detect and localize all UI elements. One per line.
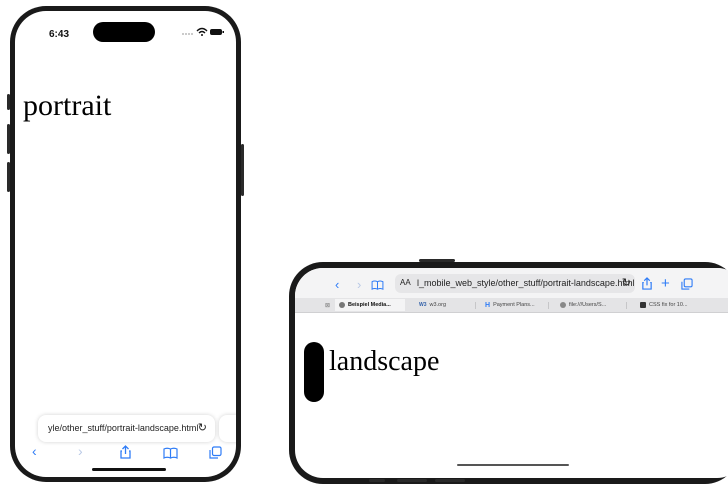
tab-label: file:///Users/S... xyxy=(569,302,607,308)
portrait-screen: 6:43 portrait yle/other_stuff/portrait-l… xyxy=(15,11,236,477)
tab-payment-plans[interactable]: H Payment Plans... xyxy=(485,299,535,311)
css-favicon-icon xyxy=(640,302,646,308)
landscape-phone-frame: ‹ › AA l_mobile_web_style/other_stuff/po… xyxy=(289,259,728,484)
tab-label: Beispiel Media... xyxy=(348,302,391,308)
share-icon[interactable] xyxy=(119,445,132,459)
tab-separator xyxy=(626,302,627,309)
signal-icon xyxy=(182,33,193,35)
book-icon[interactable] xyxy=(163,447,178,459)
landscape-screen: ‹ › AA l_mobile_web_style/other_stuff/po… xyxy=(295,268,728,478)
tabs-icon[interactable] xyxy=(209,446,222,459)
tab-file-users[interactable]: file:///Users/S... xyxy=(560,299,606,311)
tab-css-fix[interactable]: CSS fix for 10... xyxy=(640,299,688,311)
book-icon[interactable] xyxy=(371,280,384,290)
tab-label: CSS fix for 10... xyxy=(649,302,688,308)
volume-up-button xyxy=(397,479,427,482)
tab-separator xyxy=(475,302,476,309)
volume-down-button xyxy=(7,162,10,192)
compass-favicon-icon xyxy=(560,302,566,308)
power-button xyxy=(241,144,244,196)
check-icon xyxy=(339,302,345,308)
back-icon[interactable]: ‹ xyxy=(32,443,37,459)
share-icon[interactable] xyxy=(641,277,653,290)
new-tab-icon[interactable]: + xyxy=(661,275,670,292)
back-icon[interactable]: ‹ xyxy=(335,277,339,292)
tab-separator xyxy=(548,302,549,309)
next-tab-preview[interactable] xyxy=(219,415,236,442)
wifi-icon xyxy=(196,27,208,34)
tab-label: Payment Plans... xyxy=(493,302,535,308)
power-button xyxy=(419,259,455,262)
battery-icon xyxy=(210,29,224,35)
reload-icon[interactable]: ↻ xyxy=(198,421,207,434)
status-icons xyxy=(182,27,224,36)
w3-favicon-icon: W3 xyxy=(419,302,427,308)
volume-down-button xyxy=(435,479,465,482)
tab-label: w3.org xyxy=(429,302,447,308)
address-bar[interactable]: AA l_mobile_web_style/other_stuff/portra… xyxy=(395,274,635,293)
forward-icon[interactable]: › xyxy=(357,277,361,292)
page-text-landscape: landscape xyxy=(329,346,440,377)
tab-w3[interactable]: W3 w3.org xyxy=(419,299,446,311)
address-url: l_mobile_web_style/other_stuff/portrait-… xyxy=(417,278,635,288)
close-tab-icon[interactable]: ⊠ xyxy=(325,299,330,311)
reload-icon[interactable]: ↻ xyxy=(622,276,631,289)
address-url: yle/other_stuff/portrait-landscape.html xyxy=(48,423,199,433)
home-indicator[interactable] xyxy=(92,468,166,471)
action-button xyxy=(7,94,10,110)
status-time: 6:43 xyxy=(49,29,70,40)
dynamic-island xyxy=(304,342,324,402)
home-indicator[interactable] xyxy=(457,464,569,466)
page-text-portrait: portrait xyxy=(23,89,112,122)
reader-settings-button[interactable]: AA xyxy=(400,278,411,287)
volume-up-button xyxy=(7,124,10,154)
forward-icon[interactable]: › xyxy=(78,443,83,459)
tabs-icon[interactable] xyxy=(681,278,693,290)
address-bar[interactable]: yle/other_stuff/portrait-landscape.html … xyxy=(38,415,215,442)
action-button xyxy=(369,479,385,482)
portrait-phone-frame: 6:43 portrait yle/other_stuff/portrait-l… xyxy=(7,6,244,482)
dynamic-island xyxy=(93,22,155,42)
tab-beispiel-media[interactable]: Beispiel Media... xyxy=(335,299,405,311)
h-favicon-icon: H xyxy=(485,301,491,309)
